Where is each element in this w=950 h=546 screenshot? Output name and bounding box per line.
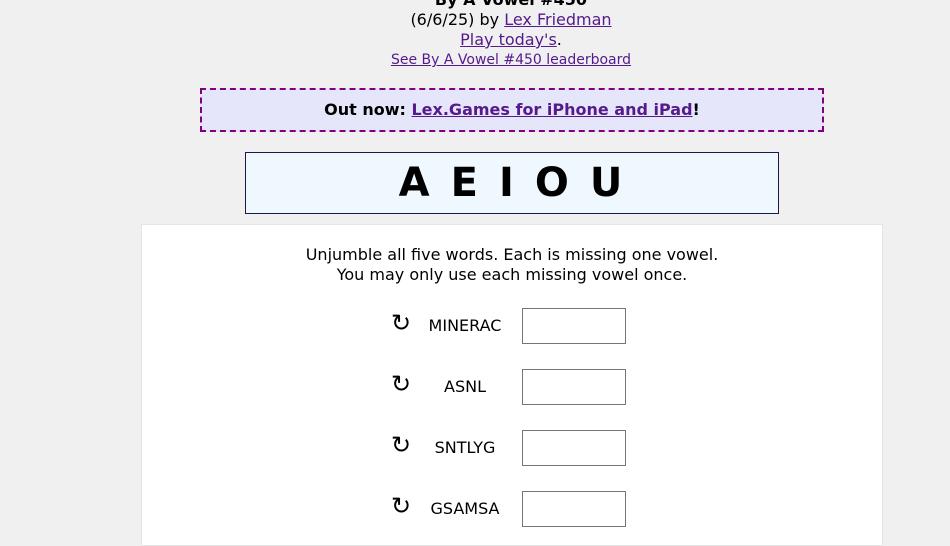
play-today-line: Play today's. [0,30,950,50]
promo-banner: Out now: Lex.Games for iPhone and iPad! [200,88,824,132]
vowel-e: E [450,160,481,206]
answer-input[interactable] [522,369,626,405]
puzzle-row: ↻ MINERAC [142,308,882,348]
scrambled-word: GSAMSA [430,499,500,518]
puzzle-panel: Unjumble all five words. Each is missing… [141,224,883,546]
instructions-line-1: Unjumble all five words. Each is missing… [305,245,719,264]
puzzle-row: ↻ ASNL [142,369,882,409]
vowel-i: I [498,160,517,206]
puzzle-row: ↻ SNTLYG [142,430,882,470]
shuffle-icon[interactable]: ↻ [391,491,411,521]
header: By A Vowel #450 (6/6/25) by Lex Friedman… [0,0,950,70]
promo-prefix: Out now: [324,100,412,119]
date-label: (6/6/25) by [410,10,505,29]
shuffle-icon[interactable]: ↻ [391,308,411,338]
promo-link[interactable]: Lex.Games for iPhone and iPad [411,100,692,119]
shuffle-icon[interactable]: ↻ [391,430,411,460]
scrambled-word: ASNL [444,377,486,396]
scrambled-word: MINERAC [428,316,502,335]
vowel-bank: AEIOU [245,152,779,214]
play-suffix: . [556,30,562,49]
instructions: Unjumble all five words. Each is missing… [142,245,882,285]
vowel-u: U [589,160,626,206]
answer-input[interactable] [522,430,626,466]
answer-input[interactable] [522,491,626,527]
byline: (6/6/25) by Lex Friedman [0,10,950,30]
shuffle-icon[interactable]: ↻ [391,369,411,399]
puzzle-row: ↻ GSAMSA [142,491,882,531]
vowel-o: O [534,160,572,206]
vowel-a: A [398,160,433,206]
scrambled-word: SNTLYG [434,438,496,457]
answer-input[interactable] [522,308,626,344]
author-link[interactable]: Lex Friedman [504,10,611,29]
leaderboard-line: See By A Vowel #450 leaderboard [0,50,950,70]
play-today-link[interactable]: Play today's [460,30,557,49]
promo-suffix: ! [692,100,700,119]
leaderboard-link[interactable]: See By A Vowel #450 leaderboard [391,52,631,68]
instructions-line-2: You may only use each missing vowel once… [336,265,688,284]
puzzle-title: By A Vowel #450 [0,0,950,10]
